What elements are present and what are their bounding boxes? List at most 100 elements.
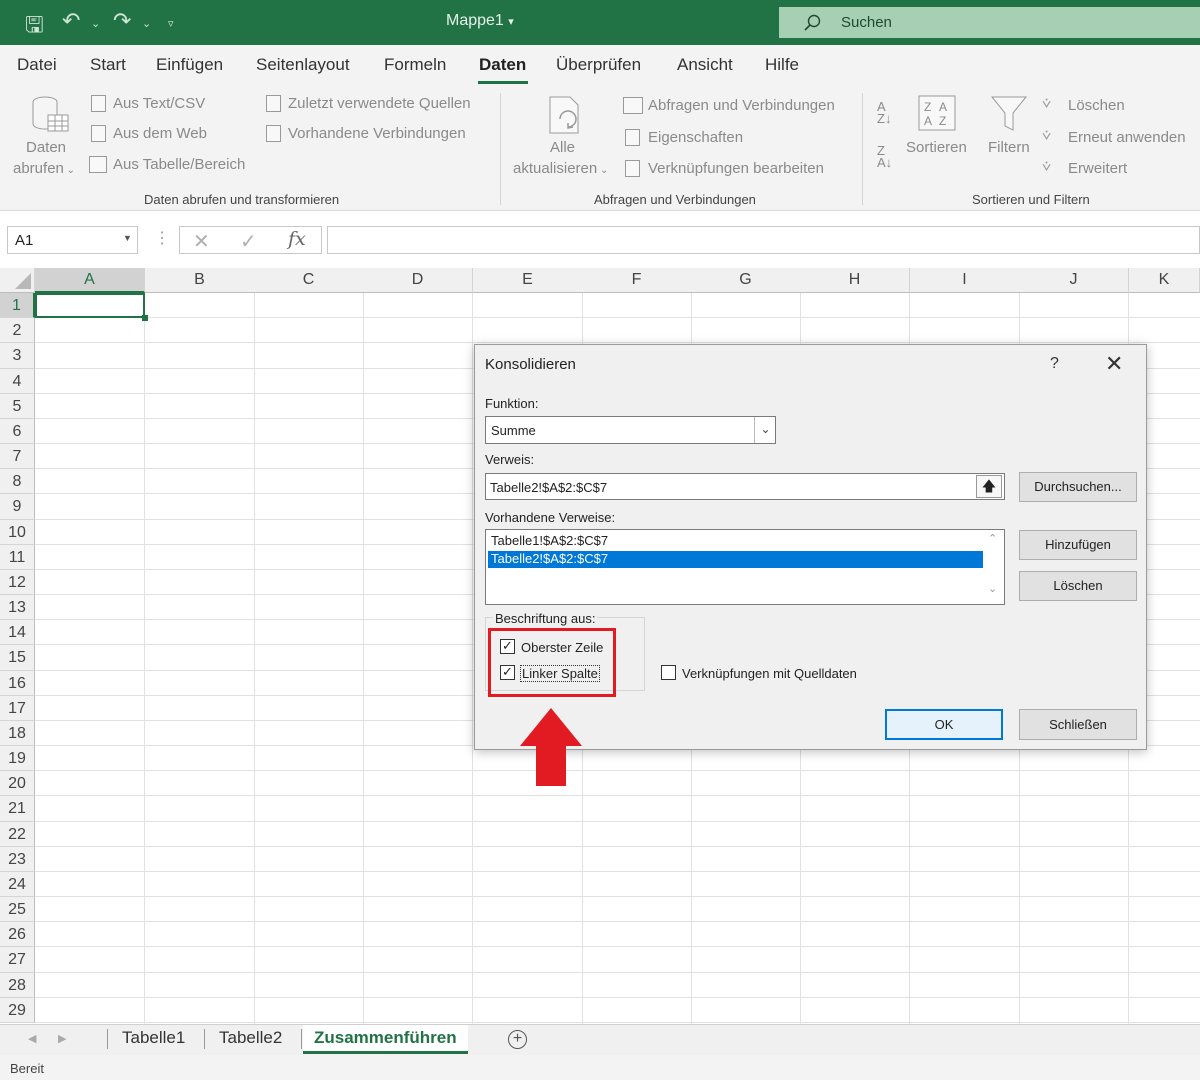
row-header[interactable]: 27 [0,947,35,973]
from-text-button[interactable]: Aus Text/CSV [113,95,205,112]
fill-handle[interactable] [142,315,148,321]
close-icon[interactable]: ✕ [1105,351,1123,377]
sort-button[interactable]: Sortieren [906,139,967,156]
row-header[interactable]: 2 [0,318,35,343]
existing-references-list[interactable]: Tabelle1!$A$2:$C$7 Tabelle2!$A$2:$C$7 ⌃ … [485,529,1005,605]
chevron-down-icon[interactable]: ⌄ [754,417,776,443]
cancel-icon[interactable]: ✕ [193,229,210,254]
name-box[interactable]: A1 ▼ [7,226,138,254]
add-button[interactable]: Hinzufügen [1019,530,1137,560]
undo-dropdown-icon[interactable]: ⌄ [91,17,100,30]
row-header[interactable]: 9 [0,494,35,520]
selected-cell-a1[interactable] [35,293,145,318]
scroll-up-icon[interactable]: ⌃ [988,532,997,545]
from-table-button[interactable]: Aus Tabelle/Bereich [113,156,245,173]
existing-connections-button[interactable]: Vorhandene Verbindungen [288,125,466,142]
sheet-tab-zusammenfuehren[interactable]: Zusammenführen [303,1025,468,1054]
document-title[interactable]: Mappe1 ▾ [446,12,514,30]
filter-button[interactable]: Filtern [988,139,1030,156]
column-header[interactable]: I [910,268,1020,293]
link-source-checkbox[interactable] [661,665,676,680]
row-header[interactable]: 16 [0,671,35,696]
refresh-label-1[interactable]: Alle [550,139,575,156]
tab-formeln[interactable]: Formeln [384,55,446,75]
row-header[interactable]: 23 [0,847,35,872]
list-item-selected[interactable]: Tabelle2!$A$2:$C$7 [488,551,983,568]
row-header[interactable]: 22 [0,822,35,847]
close-button[interactable]: Schließen [1019,709,1137,740]
row-header[interactable]: 1 [0,293,35,318]
column-header[interactable]: E [473,268,583,293]
column-header[interactable]: B [145,268,255,293]
help-icon[interactable]: ? [1050,355,1059,373]
from-web-button[interactable]: Aus dem Web [113,125,207,142]
tab-ueberpruefen[interactable]: Überprüfen [556,55,641,75]
row-header[interactable]: 24 [0,872,35,897]
advanced-button[interactable]: Erweitert [1068,160,1127,177]
customize-toolbar-icon[interactable]: ▿ [168,17,174,30]
list-item[interactable]: Tabelle1!$A$2:$C$7 [489,533,981,550]
refresh-all-button[interactable]: aktualisieren ⌄ [513,160,608,177]
sort-descending-icon[interactable]: Z A↓ [877,144,892,169]
browse-button[interactable]: Durchsuchen... [1019,472,1137,502]
row-header[interactable]: 4 [0,369,35,394]
queries-connections-button[interactable]: Abfragen und Verbindungen [648,97,835,114]
delete-button[interactable]: Löschen [1019,571,1137,601]
function-select[interactable]: Summe ⌄ [485,416,776,444]
column-header[interactable]: F [582,268,692,293]
dropdown-arrow-icon[interactable]: ▼ [123,233,132,243]
row-header[interactable]: 17 [0,696,35,721]
clear-button[interactable]: Löschen [1068,97,1125,114]
save-icon[interactable]: 🖫 [25,8,44,46]
row-header[interactable]: 14 [0,620,35,645]
row-header[interactable]: 6 [0,419,35,444]
row-header[interactable]: 21 [0,796,35,822]
row-header[interactable]: 11 [0,545,35,570]
insert-function-icon[interactable]: fx [288,228,306,250]
collapse-dialog-icon[interactable]: 🡅 [976,475,1002,498]
row-header[interactable]: 10 [0,520,35,545]
link-source-label[interactable]: Verknüpfungen mit Quelldaten [682,666,857,681]
row-header[interactable]: 20 [0,771,35,796]
row-header[interactable]: 7 [0,444,35,469]
row-header[interactable]: 13 [0,595,35,620]
formula-input[interactable] [327,226,1200,254]
row-header[interactable]: 19 [0,746,35,771]
scroll-right-icon[interactable]: ▶ [58,1032,66,1045]
column-header[interactable]: A [35,268,145,293]
row-header[interactable]: 28 [0,973,35,998]
scroll-down-icon[interactable]: ⌄ [988,582,997,595]
undo-icon[interactable]: ↶ [62,8,80,34]
scroll-left-icon[interactable]: ◀ [28,1032,36,1045]
row-header[interactable]: 12 [0,570,35,595]
tab-datei[interactable]: Datei [17,55,57,75]
sheet-tab-tabelle1[interactable]: Tabelle1 [122,1027,185,1055]
column-header[interactable]: G [691,268,801,293]
properties-button[interactable]: Eigenschaften [648,129,743,146]
column-header[interactable]: J [1019,268,1129,293]
row-header[interactable]: 15 [0,645,35,671]
column-header[interactable]: C [254,268,364,293]
recent-sources-button[interactable]: Zuletzt verwendete Quellen [288,95,471,112]
edit-links-button[interactable]: Verknüpfungen bearbeiten [648,160,824,177]
confirm-icon[interactable]: ✓ [240,229,257,254]
column-header[interactable]: D [363,268,473,293]
row-header[interactable]: 5 [0,394,35,419]
tab-seitenlayout[interactable]: Seitenlayout [256,55,350,75]
tab-start[interactable]: Start [90,55,126,75]
add-sheet-icon[interactable]: + [508,1030,527,1049]
get-data-button[interactable]: abrufen ⌄ [13,160,75,177]
tab-hilfe[interactable]: Hilfe [765,55,799,75]
redo-icon[interactable]: ↷ [113,8,131,34]
tab-daten[interactable]: Daten [479,55,526,75]
row-header[interactable]: 3 [0,343,35,369]
select-all-corner[interactable] [0,268,35,293]
redo-dropdown-icon[interactable]: ⌄ [142,17,151,30]
row-header[interactable]: 18 [0,721,35,746]
row-header[interactable]: 25 [0,897,35,922]
tab-ansicht[interactable]: Ansicht [677,55,733,75]
row-header[interactable]: 26 [0,922,35,947]
column-header[interactable]: K [1129,268,1200,293]
column-header[interactable]: H [800,268,910,293]
reapply-button[interactable]: Erneut anwenden [1068,129,1186,146]
